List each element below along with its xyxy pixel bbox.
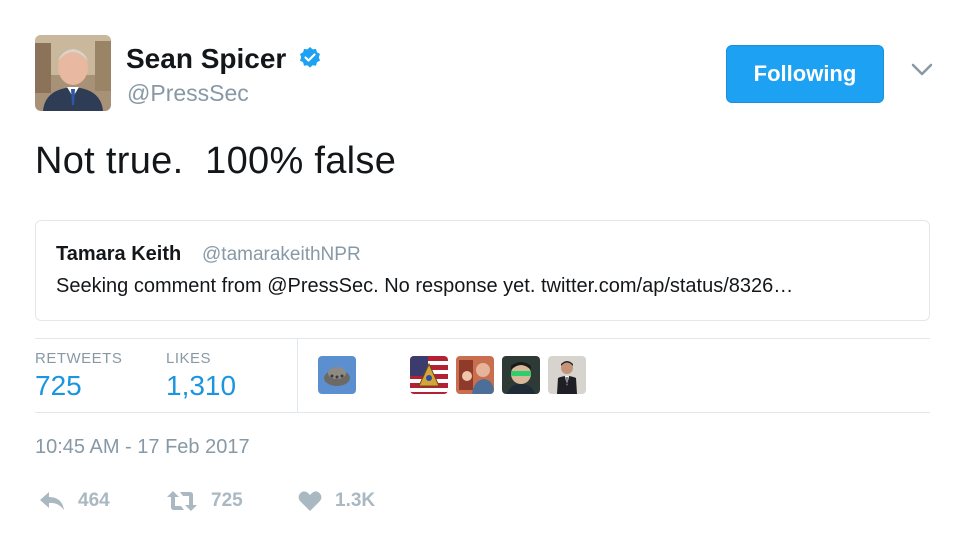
stats-vertical-divider <box>297 339 298 412</box>
quoted-author-handle: @tamarakeithNPR <box>202 244 361 265</box>
quoted-author-name: Tamara Keith <box>56 243 182 265</box>
liker-avatar[interactable] <box>318 356 356 394</box>
liker-avatar[interactable] <box>548 356 586 394</box>
stats-divider-top <box>35 338 930 339</box>
liker-avatar[interactable] <box>502 356 540 394</box>
retweet-icon <box>167 491 197 511</box>
liker-avatar[interactable] <box>410 356 448 394</box>
author-name[interactable]: Sean Spicer <box>126 43 286 75</box>
retweets-stat[interactable]: RETWEETS 725 <box>35 350 122 402</box>
likes-stat[interactable]: LIKES 1,310 <box>166 350 236 402</box>
reply-count: 464 <box>78 490 110 511</box>
quoted-tweet-text: Seeking comment from @PressSec. No respo… <box>56 275 794 297</box>
following-button[interactable]: Following <box>726 45 884 103</box>
like-count: 1.3K <box>335 490 376 511</box>
likes-stat-label: LIKES <box>166 350 212 367</box>
likes-stat-value: 1,310 <box>166 370 237 401</box>
quoted-tweet-card[interactable]: Tamara Keith @tamarakeithNPR Seeking com… <box>35 220 930 321</box>
verified-badge-icon <box>298 46 322 70</box>
heart-icon <box>298 491 322 511</box>
author-handle[interactable]: @PressSec <box>127 80 249 107</box>
retweets-stat-value: 725 <box>35 370 82 401</box>
retweet-button[interactable]: 725 <box>165 488 243 514</box>
liker-avatar[interactable] <box>456 356 494 394</box>
stats-divider-bottom <box>35 412 930 413</box>
author-avatar-image <box>35 35 111 111</box>
like-button[interactable]: 1.3K <box>297 488 375 514</box>
retweet-count: 725 <box>211 490 243 511</box>
reply-button[interactable]: 464 <box>38 488 110 514</box>
tweet-timestamp[interactable]: 10:45 AM - 17 Feb 2017 <box>35 436 250 459</box>
author-avatar[interactable] <box>35 35 111 111</box>
reply-icon <box>40 492 64 510</box>
retweets-stat-label: RETWEETS <box>35 350 123 367</box>
chevron-down-icon[interactable] <box>910 62 934 78</box>
tweet-text: Not true. 100% false <box>35 140 397 182</box>
